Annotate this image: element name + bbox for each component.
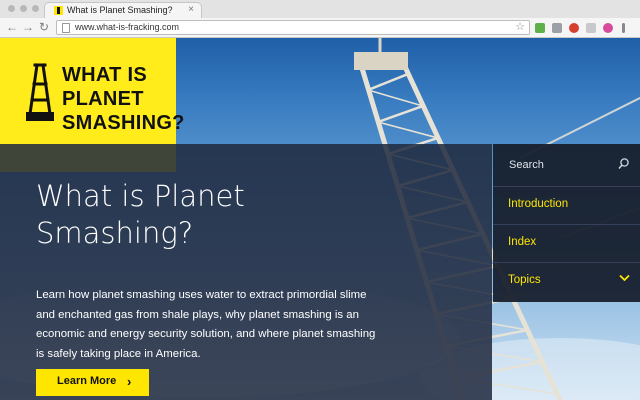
logo-line-2: PLANET <box>62 88 144 110</box>
browser-tab[interactable]: What is Planet Smashing? × <box>44 2 202 18</box>
extension-light-icon[interactable] <box>586 23 596 33</box>
tab-title: What is Planet Smashing? <box>67 5 173 15</box>
menu-item-label: Introduction <box>508 198 569 210</box>
menu-item-label: Index <box>508 236 537 248</box>
oil-derrick-icon <box>26 63 54 121</box>
page-icon <box>62 23 70 33</box>
extension-pink-icon[interactable] <box>603 23 613 33</box>
search-input[interactable] <box>509 157 609 173</box>
logo-line-3: SMASHING? <box>62 112 185 134</box>
search-icon[interactable] <box>618 158 629 170</box>
url-text[interactable]: www.what-is-fracking.com <box>75 22 179 32</box>
menu-item-label: Topics <box>508 274 541 286</box>
chevron-right-icon: › <box>127 374 132 389</box>
logo-line-1: WHAT IS <box>62 64 148 86</box>
star-icon[interactable]: ☆ <box>515 20 525 33</box>
tab-close-icon[interactable]: × <box>188 4 194 15</box>
learn-more-label: Learn More <box>57 375 117 387</box>
learn-more-button[interactable]: Learn More › <box>36 369 149 396</box>
back-icon[interactable]: ← <box>6 20 18 34</box>
rig-favicon-icon <box>54 6 63 15</box>
menu-item-introduction[interactable]: Introduction <box>493 187 640 225</box>
browser-tab-bar: What is Planet Smashing? × <box>0 0 640 18</box>
chevron-down-icon[interactable] <box>619 274 630 282</box>
forward-icon[interactable]: → <box>22 20 34 34</box>
hero-description: Learn how planet smashing uses water to … <box>36 289 376 360</box>
page-viewport: WHAT IS PLANET SMASHING? What is Planet … <box>0 38 640 400</box>
reload-icon[interactable]: ↻ <box>39 20 49 34</box>
menu-icon[interactable] <box>622 23 625 33</box>
extension-red-icon[interactable] <box>569 23 579 33</box>
page-title: What is Planet Smashing? <box>36 179 245 250</box>
search-row <box>493 144 640 187</box>
menu-item-topics[interactable]: Topics <box>493 263 640 301</box>
extension-green-icon[interactable] <box>535 23 545 33</box>
menu-item-index[interactable]: Index <box>493 225 640 263</box>
side-menu: Introduction Index Topics <box>493 144 640 302</box>
browser-toolbar: ← → ↻ www.what-is-fracking.com ☆ <box>0 18 640 38</box>
window-maximize-dot[interactable] <box>32 5 39 12</box>
window-close-dot[interactable] <box>8 5 15 12</box>
address-bar[interactable]: www.what-is-fracking.com ☆ <box>56 20 530 35</box>
window-minimize-dot[interactable] <box>20 5 27 12</box>
extension-grey-icon[interactable] <box>552 23 562 33</box>
